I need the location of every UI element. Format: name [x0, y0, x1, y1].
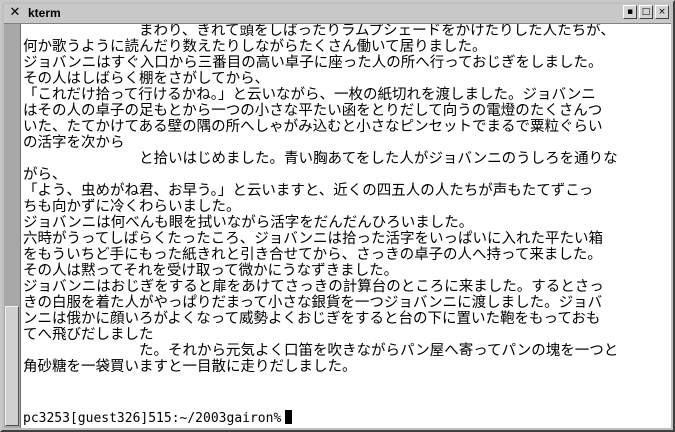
terminal-line: ジョバンニはすぐ入口から三番目の高い卓子に座った人の所へ行っておじぎをしました。: [23, 55, 603, 71]
title-bar[interactable]: ✕ kterm ▪ □ ×: [4, 4, 671, 24]
terminal-line: の活字を次から: [23, 135, 125, 151]
terminal-line: 角砂糖を一袋買いますと一目散に走りだしました。: [23, 359, 357, 375]
terminal-output[interactable]: まわり、きれて頭をしばったりラムプシェードをかけたりした人たちが、 何か歌うよう…: [21, 24, 671, 428]
terminal-line: ジョバンニはおじぎをすると扉をあけてさっきの計算台のところに来ました。するとさっ: [23, 279, 604, 295]
terminal-line: ンニは俄かに顔いろがよくなって威勢よくおじぎをすると台の下に置いた鞄をもっておも: [23, 311, 601, 327]
text-cursor: [285, 410, 293, 424]
prompt-text: pc3253[guest326]515:~/2003gairon%: [23, 411, 282, 426]
minimize-button[interactable]: ▪: [623, 5, 637, 19]
terminal-line: がら、: [23, 167, 67, 183]
window-menu-icon[interactable]: ✕: [7, 6, 23, 20]
terminal-line: てへ飛びだしました: [23, 327, 154, 343]
close-button[interactable]: ×: [655, 5, 669, 19]
terminal-window: ✕ kterm ▪ □ × まわり、きれて頭をしばったりラムプシェードをかけたり…: [0, 0, 675, 432]
terminal-line: ジョバンニは何べんも眼を拭いながら活字をだんだんひろいました。: [23, 215, 474, 231]
terminal-line: た。それから元気よく口笛を吹きながらパン屋へ寄ってパンの塊を一つと: [23, 343, 619, 359]
maximize-button[interactable]: □: [639, 5, 653, 19]
window-title: kterm: [28, 6, 61, 20]
terminal-line: きの白服を着た人がやっぱりだまって小さな銀貨を一つジョバンニに渡しました。ジョバ: [23, 295, 603, 311]
scrollbar-thumb[interactable]: [5, 306, 19, 426]
terminal-line: 六時がうってしばらくたったころ、ジョバンニは拾った活字をいっぱいに入れた平たい箱: [23, 231, 603, 247]
shell-prompt[interactable]: pc3253[guest326]515:~/2003gairon%: [23, 410, 293, 426]
terminal-line: 何か歌うように読んだり数えたりしながらたくさん働いて居りました。: [23, 39, 487, 55]
terminal-line: ちも向かずに冷くわらいました。: [23, 199, 241, 215]
terminal-line: と拾いはじめました。青い胸あてをした人がジョバンニのうしろを通りな: [23, 151, 618, 167]
terminal-line: 「これだけ拾って行けるかね。」と云いながら、一枚の紙切れを渡しました。ジョバンニ: [23, 87, 596, 103]
window-controls: ▪ □ ×: [623, 5, 669, 21]
terminal-line: いた、たてかけてある壁の隅の所へしゃがみ込むと小さなピンセットでまるで粟粒ぐらい: [23, 119, 603, 135]
terminal-line: をもういちど手にもった紙きれと引き合せてから、さっきの卓子の人へ持って来ました。: [23, 247, 602, 263]
terminal-line: その人はしばらく棚をさがしてから、: [23, 71, 270, 87]
terminal-line: はその人の卓子の足もとから一つの小さな平たい函をとりだして向うの電燈のたくさんつ: [23, 103, 603, 119]
vertical-scrollbar[interactable]: [4, 24, 21, 428]
terminal-line: 「よう、虫めがね君、お早う。」と云いますと、近くの四五人の人たちが声もたてずこっ: [23, 183, 594, 199]
terminal-line: その人は黙ってそれを受け取って微かにうなずきました。: [23, 263, 399, 279]
terminal-line: まわり、きれて頭をしばったりラムプシェードをかけたりした人たちが、: [23, 24, 615, 39]
